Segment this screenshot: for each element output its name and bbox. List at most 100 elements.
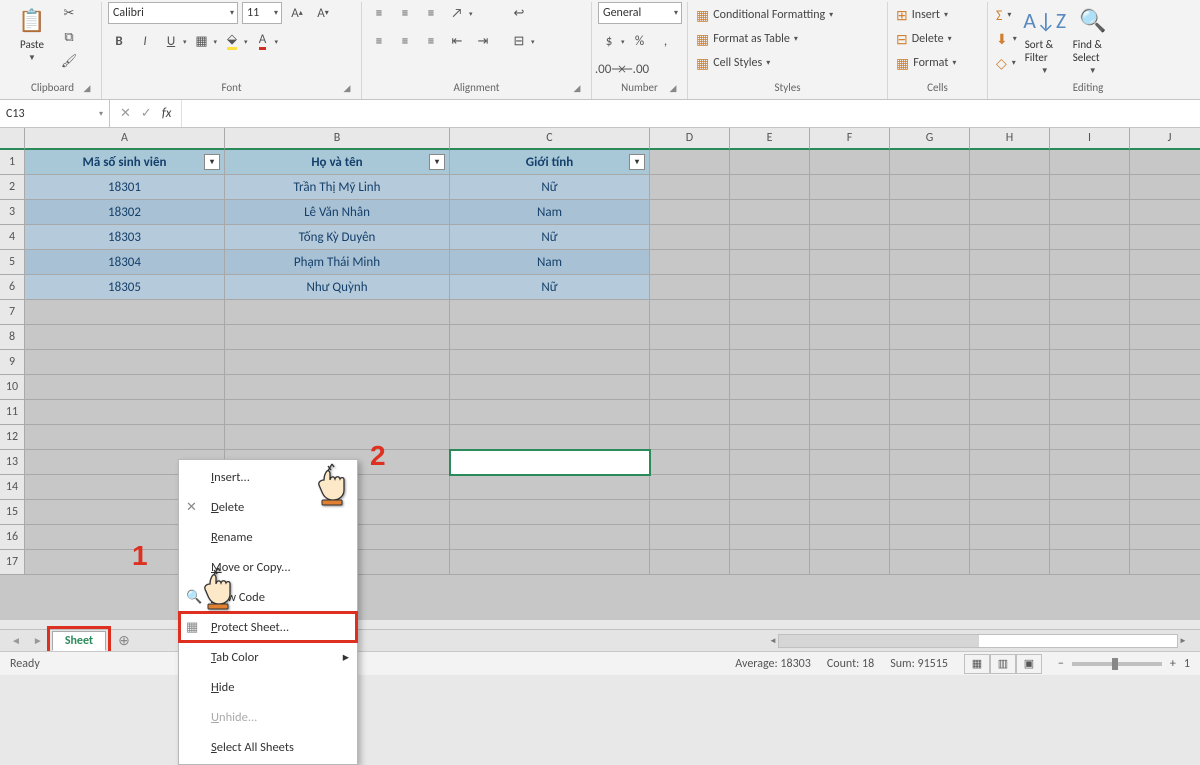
- cell[interactable]: [810, 450, 890, 475]
- align-middle-button[interactable]: ≡: [394, 2, 416, 24]
- fx-icon[interactable]: fx: [162, 106, 172, 121]
- percent-button[interactable]: %: [629, 30, 651, 52]
- comma-button[interactable]: ,: [655, 30, 677, 52]
- cell[interactable]: [890, 375, 970, 400]
- horizontal-scrollbar[interactable]: ◄ ►: [768, 633, 1188, 649]
- cell[interactable]: [25, 425, 225, 450]
- cell[interactable]: [810, 225, 890, 250]
- cell[interactable]: [25, 300, 225, 325]
- cell[interactable]: [650, 275, 730, 300]
- cell[interactable]: [810, 250, 890, 275]
- cell[interactable]: [970, 425, 1050, 450]
- cell[interactable]: [970, 200, 1050, 225]
- autosum-button[interactable]: Σ▾: [994, 4, 1019, 26]
- cell[interactable]: [650, 400, 730, 425]
- cell[interactable]: [810, 325, 890, 350]
- dialog-launcher-icon[interactable]: ◢: [81, 83, 93, 95]
- cell[interactable]: [730, 175, 810, 200]
- name-box[interactable]: C13: [0, 100, 110, 127]
- italic-button[interactable]: I: [134, 30, 156, 52]
- align-top-button[interactable]: ≡: [368, 2, 390, 24]
- scroll-left-icon[interactable]: ◄: [768, 636, 778, 646]
- cell[interactable]: [890, 350, 970, 375]
- cell[interactable]: [450, 550, 650, 575]
- column-header[interactable]: G: [890, 128, 970, 150]
- cell[interactable]: [25, 400, 225, 425]
- cell[interactable]: [1130, 425, 1200, 450]
- cell[interactable]: [890, 300, 970, 325]
- cell[interactable]: [1130, 175, 1200, 200]
- cell[interactable]: [1050, 300, 1130, 325]
- row-header[interactable]: 3: [0, 200, 25, 225]
- increase-decimal-button[interactable]: .00→: [598, 58, 620, 80]
- cell[interactable]: [650, 550, 730, 575]
- decrease-indent-button[interactable]: ⇤: [446, 30, 468, 52]
- cell[interactable]: [1050, 225, 1130, 250]
- clear-button[interactable]: ◇▾: [994, 52, 1019, 74]
- zoom-in-button[interactable]: +: [1170, 657, 1176, 671]
- cell[interactable]: [225, 400, 450, 425]
- scroll-right-icon[interactable]: ►: [1178, 636, 1188, 646]
- cell[interactable]: [810, 475, 890, 500]
- font-name-select[interactable]: Calibri: [108, 2, 238, 24]
- cell[interactable]: [970, 500, 1050, 525]
- row-header[interactable]: 4: [0, 225, 25, 250]
- increase-font-button[interactable]: A▴: [286, 2, 308, 24]
- cell[interactable]: [970, 250, 1050, 275]
- zoom-control[interactable]: − + 1: [1058, 657, 1190, 671]
- align-right-button[interactable]: ≡: [420, 30, 442, 52]
- cell[interactable]: Họ và tên▾: [225, 150, 450, 175]
- cell[interactable]: [450, 525, 650, 550]
- fill-button[interactable]: ⬇▾: [994, 28, 1019, 50]
- page-layout-view-button[interactable]: ▥: [990, 654, 1016, 674]
- new-sheet-button[interactable]: ⊕: [112, 632, 136, 649]
- cell[interactable]: [970, 475, 1050, 500]
- fill-color-button[interactable]: ⬙▾: [221, 30, 248, 52]
- cell[interactable]: [970, 350, 1050, 375]
- cancel-formula-icon[interactable]: ✕: [120, 106, 131, 121]
- row-header[interactable]: 9: [0, 350, 25, 375]
- cell[interactable]: [1130, 400, 1200, 425]
- column-header[interactable]: D: [650, 128, 730, 150]
- cell[interactable]: [25, 325, 225, 350]
- paste-button[interactable]: 📋 Paste ▼: [10, 2, 54, 65]
- cell[interactable]: [730, 250, 810, 275]
- increase-indent-button[interactable]: ⇥: [472, 30, 494, 52]
- cell[interactable]: [1050, 425, 1130, 450]
- cell[interactable]: [1130, 475, 1200, 500]
- accounting-button[interactable]: $▾: [598, 30, 625, 52]
- cell[interactable]: [890, 550, 970, 575]
- border-button[interactable]: ▦▾: [191, 30, 218, 52]
- underline-button[interactable]: U▾: [160, 30, 187, 52]
- cell[interactable]: [650, 200, 730, 225]
- column-header[interactable]: H: [970, 128, 1050, 150]
- cell[interactable]: [1130, 200, 1200, 225]
- cell[interactable]: [1050, 175, 1130, 200]
- enter-formula-icon[interactable]: ✓: [141, 106, 152, 121]
- context-menu-item[interactable]: Select All Sheets: [179, 732, 357, 762]
- cell[interactable]: [650, 450, 730, 475]
- align-bottom-button[interactable]: ≡: [420, 2, 442, 24]
- column-header[interactable]: A: [25, 128, 225, 150]
- cell[interactable]: [810, 200, 890, 225]
- cell[interactable]: [890, 400, 970, 425]
- cell[interactable]: [890, 250, 970, 275]
- cell[interactable]: Nữ: [450, 225, 650, 250]
- cell[interactable]: Mã số sinh viên▾: [25, 150, 225, 175]
- cell[interactable]: Nam: [450, 250, 650, 275]
- cell[interactable]: [1130, 325, 1200, 350]
- cell[interactable]: [730, 225, 810, 250]
- cell[interactable]: Giới tính▾: [450, 150, 650, 175]
- filter-button[interactable]: ▾: [629, 154, 645, 170]
- cell[interactable]: [810, 400, 890, 425]
- cell[interactable]: [1050, 250, 1130, 275]
- cell[interactable]: [810, 525, 890, 550]
- format-as-table-button[interactable]: ▦Format as Table▾: [694, 28, 800, 50]
- cell[interactable]: 18301: [25, 175, 225, 200]
- decrease-decimal-button[interactable]: ←.00: [624, 58, 646, 80]
- cell[interactable]: [810, 550, 890, 575]
- cell[interactable]: [650, 475, 730, 500]
- cell[interactable]: [450, 300, 650, 325]
- cell[interactable]: [1130, 225, 1200, 250]
- decrease-font-button[interactable]: A▾: [312, 2, 334, 24]
